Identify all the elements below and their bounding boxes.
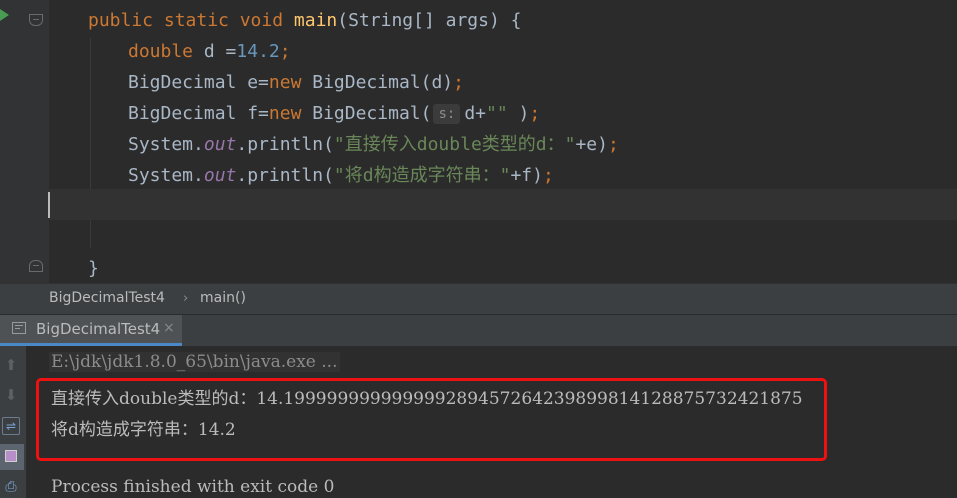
code-keyword: new <box>268 72 302 93</box>
console-tab-icon <box>12 322 26 334</box>
code-text: .println( <box>236 134 334 155</box>
code-string: "" <box>486 103 508 124</box>
code-semicolon: ; <box>279 41 291 62</box>
current-line-highlight <box>49 189 957 220</box>
code-line-9[interactable]: } <box>88 253 99 283</box>
code-editor[interactable]: public static void main(String[] args) {… <box>0 0 957 283</box>
code-semicolon: ; <box>542 165 554 186</box>
run-toolbar: ⬆ ⬇ ⇌ ⎙ <box>0 346 26 498</box>
code-static-field: out <box>203 165 237 186</box>
code-line-1[interactable]: public static void main(String[] args) { <box>88 5 522 36</box>
breadcrumb-class[interactable]: BigDecimalTest4 <box>49 290 165 306</box>
code-line-6[interactable]: System.out.println("将d构造成字符串："+f); <box>128 160 554 191</box>
code-string: "直接传入double类型的d：" <box>333 134 576 155</box>
code-text: BigDecimal( <box>301 103 432 124</box>
code-line-3[interactable]: BigDecimal e=new BigDecimal(d); <box>128 67 464 98</box>
code-text: d = <box>193 41 237 62</box>
arrow-up-icon[interactable]: ⬆ <box>0 354 22 376</box>
code-line-4[interactable]: BigDecimal f=new BigDecimal(s: d+"" ); <box>128 98 540 129</box>
breadcrumb: BigDecimalTest4 › main() <box>0 283 957 314</box>
annotation-highlight-box <box>36 378 827 461</box>
text-caret <box>48 192 50 218</box>
console-exit-line: Process finished with exit code 0 <box>51 477 335 497</box>
editor-gutter <box>0 0 49 283</box>
close-icon[interactable]: × <box>163 320 175 336</box>
parameter-hint: s: <box>433 104 461 124</box>
run-tab-bar: BigDecimalTest4 × <box>0 314 957 346</box>
code-text: +f) <box>510 165 543 186</box>
tab-label: BigDecimalTest4 <box>36 320 161 338</box>
code-keyword: double <box>128 41 194 62</box>
code-line-5[interactable]: System.out.println("直接传入double类型的d："+e); <box>128 129 619 160</box>
fold-icon[interactable] <box>29 260 43 272</box>
code-keyword: public static void <box>88 10 294 31</box>
code-text: System. <box>128 165 204 186</box>
code-text: System. <box>128 134 204 155</box>
code-semicolon: ; <box>453 72 464 93</box>
console-command-line: E:\jdk\jdk1.8.0_65\bin\java.exe ... <box>49 352 340 372</box>
code-text: .println( <box>236 165 334 186</box>
breadcrumb-separator: › <box>183 291 189 306</box>
fold-icon[interactable] <box>29 14 43 26</box>
print-icon[interactable]: ⎙ <box>0 476 22 498</box>
code-method-name: main <box>293 10 338 31</box>
tab-run-config[interactable]: BigDecimalTest4 × <box>0 315 182 346</box>
code-text: BigDecimal f= <box>128 103 269 124</box>
soft-wrap-icon[interactable]: ⇌ <box>2 417 20 435</box>
breadcrumb-method[interactable]: main() <box>200 290 246 306</box>
code-keyword: new <box>268 103 302 124</box>
code-text: ) <box>507 103 530 124</box>
arrow-down-icon[interactable]: ⬇ <box>0 384 22 406</box>
code-semicolon: ; <box>529 103 541 124</box>
code-text: BigDecimal(d) <box>301 72 454 93</box>
code-text: BigDecimal e= <box>128 72 269 93</box>
code-number: 14.2 <box>236 41 280 62</box>
run-gutter-icon[interactable] <box>0 9 9 21</box>
code-string: "将d构造成字符串：" <box>333 165 511 186</box>
code-text: +e) <box>575 134 608 155</box>
code-closing-brace: } <box>88 258 99 279</box>
code-line-2[interactable]: double d =14.2; <box>128 36 291 67</box>
code-text: d+ <box>464 103 486 124</box>
code-text: (String[] args) { <box>337 10 522 31</box>
scroll-to-end-icon[interactable] <box>0 444 24 470</box>
code-semicolon: ; <box>607 134 619 155</box>
code-static-field: out <box>203 134 237 155</box>
